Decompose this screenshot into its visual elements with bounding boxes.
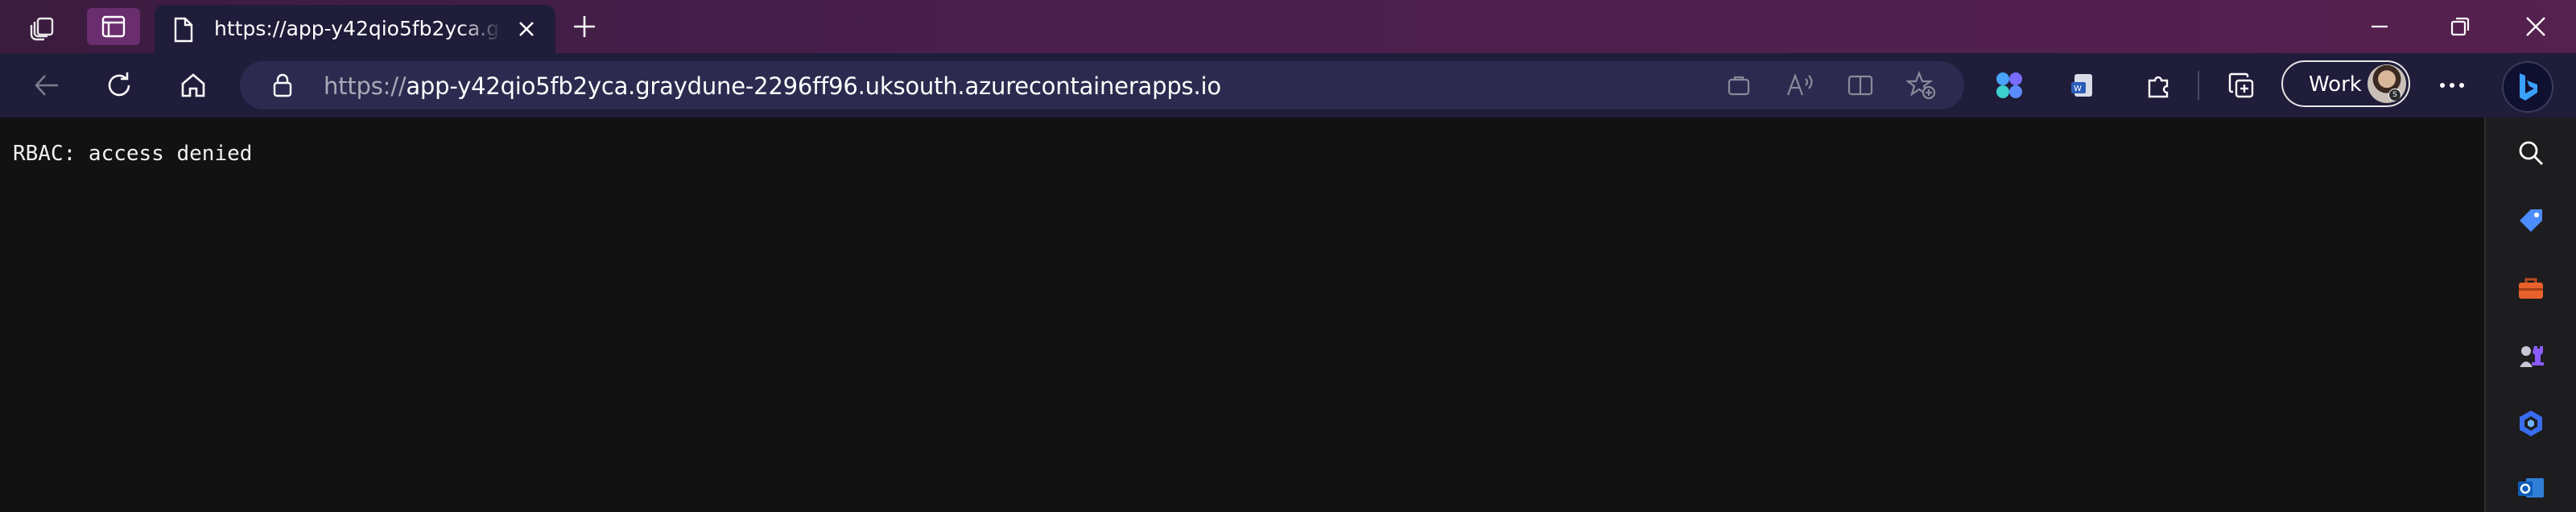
profile-button[interactable]: Work S [2281,60,2410,107]
restore-icon [2450,16,2471,37]
outlook-icon [2516,473,2545,502]
navigation-toolbar: https://app-y42qio5fb2yca.graydune-2296f… [0,53,2576,118]
split-screen-icon[interactable] [1847,72,1874,98]
tools-icon [2516,275,2545,302]
minimize-icon [2370,17,2389,36]
sidebar-outlook-button[interactable] [2508,465,2553,510]
copilot-extension-button[interactable] [1987,64,2032,106]
active-tab[interactable]: https://app-y42qio5fb2yca.graydune-2296f… [155,5,555,53]
extensions-button[interactable] [2136,64,2182,106]
svg-text:W: W [2074,85,2082,93]
more-button[interactable] [2429,64,2475,106]
collections-button[interactable] [2219,64,2264,106]
sidebar-shopping-button[interactable] [2508,198,2553,243]
tab-actions-button[interactable] [16,8,69,45]
sidebar-microsoft-365-button[interactable] [2508,401,2553,446]
home-button[interactable] [171,64,216,106]
close-tab-icon[interactable] [517,19,536,39]
back-icon [32,71,61,100]
read-aloud-icon[interactable] [1785,72,1814,98]
minimize-button[interactable] [2339,0,2420,53]
avatar: S [2368,64,2406,103]
sidebar-games-button[interactable] [2508,333,2553,378]
url-scheme: https:// [324,72,407,100]
restore-button[interactable] [2420,0,2500,53]
microsoft-365-icon [2516,408,2545,439]
refresh-button[interactable] [97,64,142,106]
back-button[interactable] [24,64,69,106]
shopping-icon [2516,206,2545,235]
close-window-icon [2525,16,2546,37]
error-message: RBAC: access denied [13,142,253,166]
extensions-icon [2145,71,2174,100]
office-extension-icon: W [2070,71,2097,100]
tab-title: https://app-y42qio5fb2yca.graydune-2296f… [214,17,502,40]
games-icon [2516,341,2545,370]
collections-icon [2227,71,2256,100]
search-icon [2517,139,2545,167]
copilot-extension-icon [1993,69,2025,101]
address-bar[interactable]: https://app-y42qio5fb2yca.graydune-2296f… [240,61,1964,109]
bing-icon [2514,71,2541,103]
home-icon [179,71,208,100]
more-icon [2438,81,2466,90]
title-bar: https://app-y42qio5fb2yca.graydune-2296f… [0,0,2576,53]
lock-icon[interactable] [270,72,295,98]
page-content: RBAC: access denied [0,118,2484,512]
new-tab-button[interactable] [557,8,612,45]
sidebar-search-button[interactable] [2508,130,2553,175]
edge-sidebar [2484,118,2576,512]
url-host: app-y42qio5fb2yca.graydune-2296ff96.ukso… [406,72,1221,100]
new-tab-icon [571,13,598,40]
office-extension-button[interactable]: W [2061,64,2106,106]
tab-actions-icon [28,12,57,41]
vertical-tabs-icon [100,13,127,40]
bing-copilot-button[interactable] [2502,61,2553,113]
url-text[interactable]: https://app-y42qio5fb2yca.graydune-2296f… [324,72,1221,100]
vertical-tabs-button[interactable] [87,8,140,45]
profile-label: Work [2309,72,2362,97]
app-available-icon[interactable] [1726,72,1752,98]
refresh-icon [104,70,134,101]
sidebar-tools-button[interactable] [2508,266,2553,311]
add-favorite-icon[interactable] [1906,71,1937,100]
page-icon [171,16,196,43]
close-window-button[interactable] [2496,0,2576,53]
toolbar-separator [2198,71,2199,100]
avatar-badge: S [2388,89,2401,101]
